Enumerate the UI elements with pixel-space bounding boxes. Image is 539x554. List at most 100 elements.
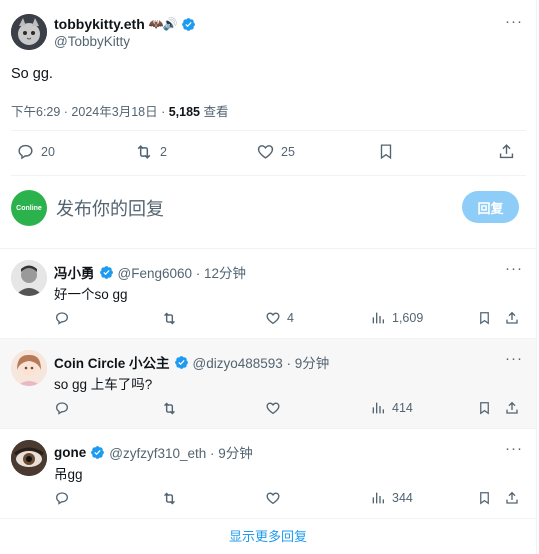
views-action[interactable]: 1,609 [370,310,423,326]
reply-text: so gg 上车了吗? [54,377,153,392]
reply-author-row: gone @zyfzyf310_eth · 9分钟 [54,442,253,462]
like-action[interactable]: 25 [256,142,295,161]
name-emojis: 🦇🔊 [148,17,178,31]
retweet-action[interactable]: 2 [134,142,167,162]
reply-author-row: Coin Circle 小公主 @dizyo488593 · 9分钟 [54,352,329,372]
reply-action[interactable] [54,310,76,326]
reply-author-row: 冯小勇 @Feng6060 · 12分钟 [54,262,246,282]
views-chart-icon [372,312,384,324]
author-name-row: tobbykitty.eth 🦇🔊 [54,16,196,32]
reply-handle-time[interactable]: @zyfzyf310_eth · 9分钟 [109,442,253,462]
list-item[interactable]: gone @zyfzyf310_eth · 9分钟 ··· 吊gg 344 [0,429,536,518]
avatar[interactable] [11,14,47,50]
like-action[interactable] [265,490,287,506]
tweet-actions: 20 2 25 [0,142,536,166]
like-action[interactable] [265,400,287,416]
bookmark-action[interactable] [477,400,492,416]
author-handle[interactable]: @TobbyKitty [54,34,130,49]
more-options-icon[interactable]: ··· [505,440,523,457]
retweet-action[interactable] [161,400,184,417]
retweet-icon [164,312,175,325]
author-name[interactable]: tobbykitty.eth [54,16,145,32]
share-icon [506,401,518,414]
retweet-action[interactable] [161,490,184,507]
more-options-icon[interactable]: ··· [505,13,523,30]
views-chart-icon [372,402,384,414]
reply-button[interactable]: 回复 [462,191,519,223]
verified-badge-icon [181,17,195,31]
view-count: 5,185 [168,105,200,119]
bookmark-action[interactable] [477,310,492,326]
retweet-icon [164,402,175,415]
heart-icon [266,402,280,415]
view-label: 查看 [200,105,229,119]
views-action[interactable]: 344 [370,490,413,506]
reply-action[interactable] [54,490,76,506]
bookmark-icon [480,492,489,505]
more-options-icon[interactable]: ··· [505,350,523,367]
reply-handle-time[interactable]: @Feng6060 · 12分钟 [118,262,247,282]
verified-badge-icon [174,355,188,369]
reply-count: 20 [41,144,55,159]
share-icon [506,491,518,504]
composer-avatar[interactable]: Conline [11,190,47,226]
retweet-action[interactable] [161,310,184,327]
share-action[interactable] [504,490,520,506]
verified-badge-icon [99,265,113,279]
retweet-icon [137,145,151,159]
more-options-icon[interactable]: ··· [505,260,523,277]
like-count: 25 [281,144,295,159]
divider [11,130,526,131]
avatar[interactable] [11,350,47,386]
bookmark-action[interactable] [477,490,492,506]
heart-icon [257,145,274,159]
share-action[interactable] [504,310,520,326]
heart-icon [266,312,280,325]
divider [0,518,536,519]
list-item[interactable]: Coin Circle 小公主 @dizyo488593 · 9分钟 ··· s… [0,339,536,428]
bookmark-action[interactable] [377,142,395,161]
verified-badge-icon [91,445,105,459]
view-count: 344 [392,491,413,505]
reply-actions: 344 [0,490,536,514]
share-action[interactable] [497,142,516,161]
reply-author-name[interactable]: 冯小勇 [54,262,95,282]
composer-avatar-logo: Conline [16,204,42,212]
column-border [536,0,537,554]
tweet-text: So gg. [11,66,53,82]
reply-action[interactable] [54,400,76,416]
retweet-icon [164,492,175,505]
avatar[interactable] [11,440,47,476]
share-icon [506,311,518,324]
reply-handle-time[interactable]: @dizyo488593 · 9分钟 [193,352,330,372]
show-more-replies-link[interactable]: 显示更多回复 [0,526,536,545]
main-tweet: tobbykitty.eth 🦇🔊 @TobbyKitty ··· So gg.… [0,0,536,176]
reply-icon [18,144,33,160]
views-chart-icon [372,492,384,504]
reply-icon [55,492,69,505]
bookmark-icon [480,402,489,415]
bookmark-icon [380,144,392,160]
reply-icon [55,312,69,325]
list-item[interactable]: 冯小勇 @Feng6060 · 12分钟 ··· 好一个so gg 4 1,60… [0,249,536,338]
reply-author-name[interactable]: Coin Circle 小公主 [54,352,170,372]
reply-actions: 4 1,609 [0,310,536,334]
reply-icon [55,402,69,415]
reply-input[interactable]: 发布你的回复 [56,195,164,221]
reply-action[interactable]: 20 [16,142,55,161]
like-action[interactable]: 4 [265,310,294,326]
reply-text: 好一个so gg [54,287,128,302]
tweet-timestamp[interactable]: 下午6:29 · 2024年3月18日 · [11,105,169,119]
view-count: 1,609 [392,311,424,325]
view-count: 414 [392,401,413,415]
share-action[interactable] [504,400,520,416]
reply-text: 吊gg [54,467,83,482]
retweet-count: 2 [160,145,167,159]
heart-icon [266,492,280,505]
bookmark-icon [480,312,489,325]
views-action[interactable]: 414 [370,400,413,416]
avatar[interactable] [11,260,47,296]
like-count: 4 [287,311,294,325]
reply-actions: 414 [0,400,536,424]
reply-author-name[interactable]: gone [54,445,86,460]
